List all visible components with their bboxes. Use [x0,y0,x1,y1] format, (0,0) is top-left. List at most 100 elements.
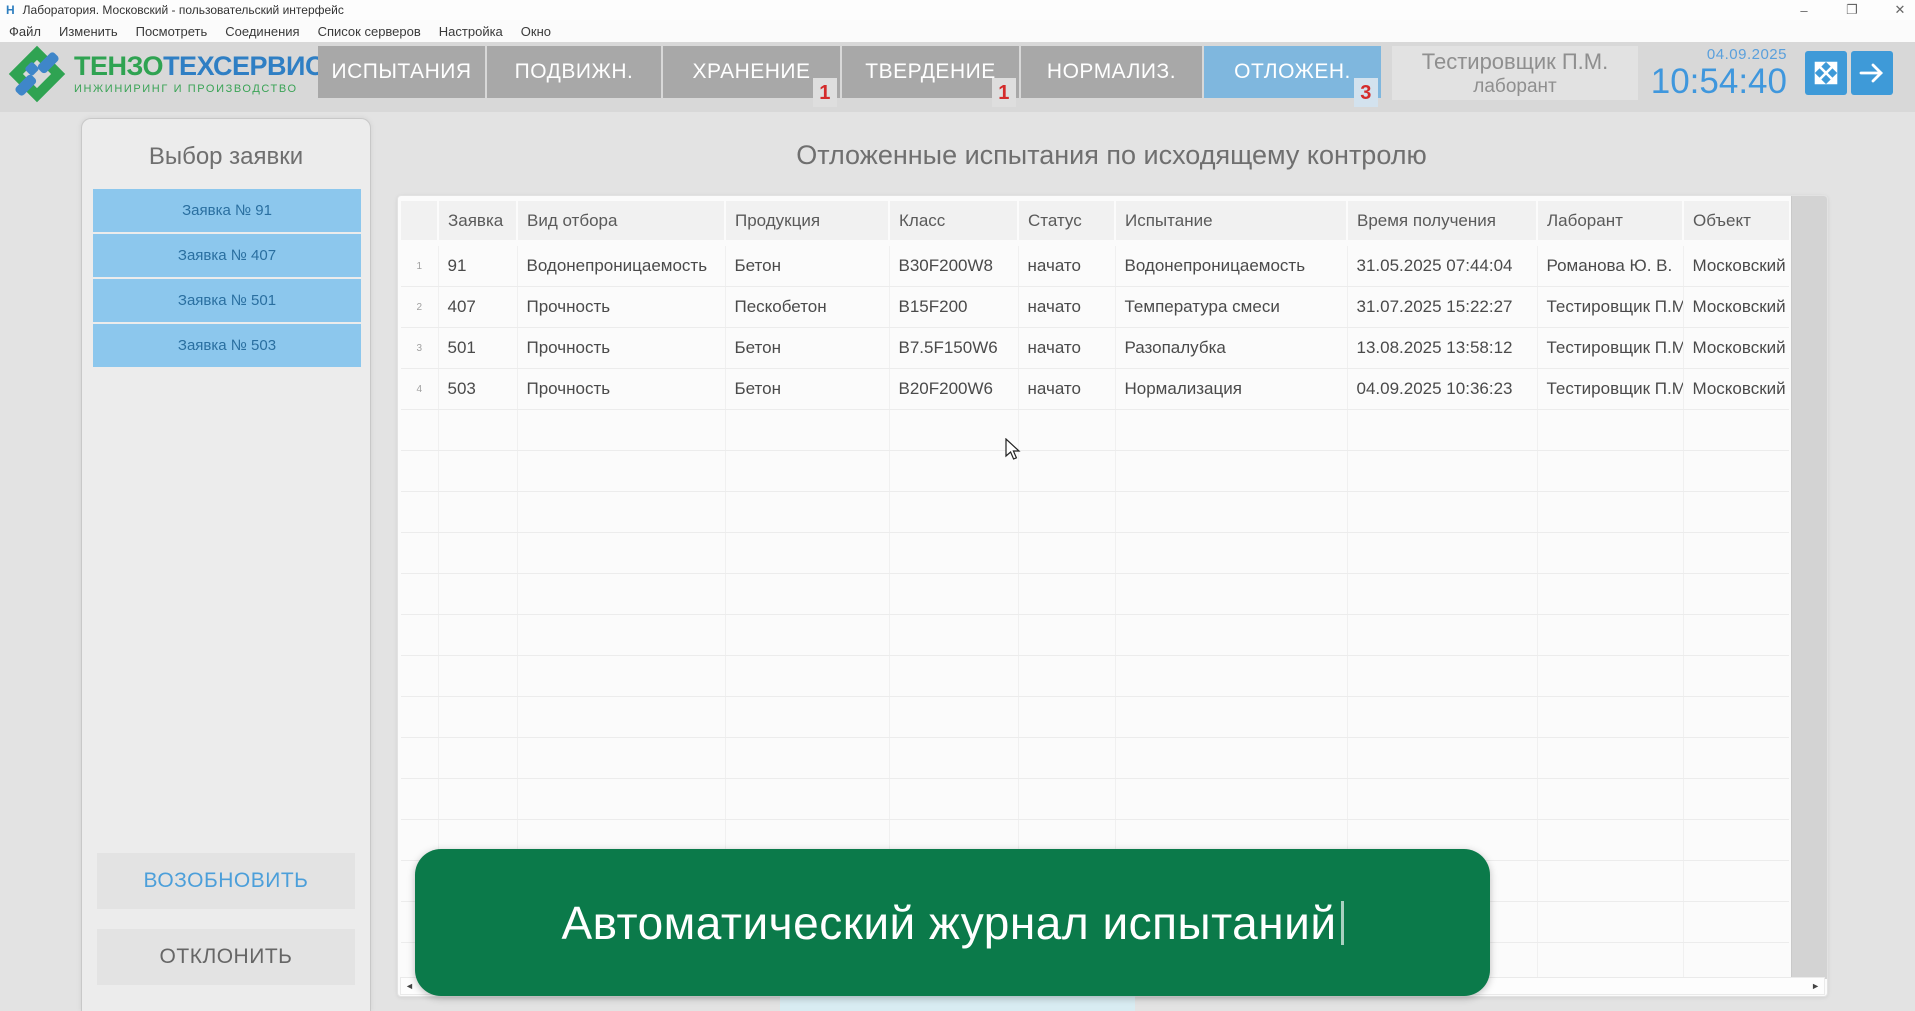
row-number: 3 [401,328,438,369]
table-row[interactable]: 4503ПрочностьБетонB20F200W6начатоНормали… [401,369,1789,410]
table-cell[interactable]: 13.08.2025 13:58:12 [1347,328,1537,369]
table-cell[interactable]: Водонепроницаемость [1115,243,1347,287]
table-cell[interactable]: начато [1018,328,1115,369]
menu-window[interactable]: Окно [512,24,560,39]
maximize-button[interactable]: ❐ [1845,2,1859,18]
empty-cell [1115,615,1347,656]
table-cell[interactable]: Тестировщик П.М. [1537,328,1683,369]
tab-otlozhen[interactable]: ОТЛОЖЕН. 3 [1204,46,1381,98]
close-button[interactable]: ✕ [1893,2,1907,18]
scroll-left-icon[interactable]: ◄ [401,981,418,991]
table-cell[interactable]: Московский [1683,243,1789,287]
request-button-407[interactable]: Заявка № 407 [93,234,361,277]
table-row[interactable]: 2407ПрочностьПескобетонB15F200начатоТемп… [401,287,1789,328]
column-header[interactable]: Время получения [1347,201,1537,243]
table-cell[interactable]: B30F200W8 [889,243,1018,287]
empty-cell [1347,779,1537,820]
empty-cell [438,656,517,697]
empty-cell [1347,615,1537,656]
menu-server-list[interactable]: Список серверов [309,24,430,39]
table-cell[interactable]: начато [1018,287,1115,328]
table-empty-row [401,533,1789,574]
table-cell[interactable]: B20F200W6 [889,369,1018,410]
tab-label: НОРМАЛИЗ. [1047,60,1176,84]
empty-cell [1018,451,1115,492]
scroll-right-icon[interactable]: ► [1807,981,1824,991]
column-header[interactable]: Продукция [725,201,889,243]
table-cell[interactable]: 91 [438,243,517,287]
table-cell[interactable]: Нормализация [1115,369,1347,410]
request-button-503[interactable]: Заявка № 503 [93,324,361,367]
table-cell[interactable]: Прочность [517,369,725,410]
menu-settings[interactable]: Настройка [430,24,512,39]
table-cell[interactable]: начато [1018,369,1115,410]
column-header[interactable]: Лаборант [1537,201,1683,243]
table-cell[interactable]: Московский [1683,287,1789,328]
app-icon: Н [6,3,15,17]
table-cell[interactable]: 31.05.2025 07:44:04 [1347,243,1537,287]
empty-cell [1683,779,1789,820]
table-cell[interactable]: Разопалубка [1115,328,1347,369]
tab-badge: 1 [813,78,837,107]
menu-connections[interactable]: Соединения [216,24,308,39]
table-cell[interactable]: Пескобетон [725,287,889,328]
empty-cell [517,410,725,451]
table-cell[interactable]: Прочность [517,287,725,328]
column-header[interactable]: Заявка [438,201,517,243]
table-cell[interactable]: Тестировщик П.М. [1537,287,1683,328]
tab-khranenie[interactable]: ХРАНЕНИЕ 1 [663,46,840,98]
menu-view[interactable]: Посмотреть [127,24,217,39]
table-cell[interactable]: Прочность [517,328,725,369]
tab-normaliz[interactable]: НОРМАЛИЗ. [1021,46,1202,98]
empty-cell [1537,451,1683,492]
table-cell[interactable]: 31.07.2025 15:22:27 [1347,287,1537,328]
fullscreen-button[interactable] [1805,51,1847,95]
table-cell[interactable]: Бетон [725,243,889,287]
empty-cell [517,656,725,697]
logout-button[interactable] [1851,51,1893,95]
menu-edit[interactable]: Изменить [50,24,127,39]
table-cell[interactable]: Водонепроницаемость [517,243,725,287]
table-cell[interactable]: начато [1018,243,1115,287]
request-button-91[interactable]: Заявка № 91 [93,189,361,232]
empty-cell [1115,697,1347,738]
table-cell[interactable]: Московский [1683,328,1789,369]
column-header[interactable]: Статус [1018,201,1115,243]
empty-cell [401,656,438,697]
table-cell[interactable]: 407 [438,287,517,328]
empty-cell [889,451,1018,492]
table-cell[interactable]: Бетон [725,369,889,410]
table-cell[interactable]: B15F200 [889,287,1018,328]
vertical-scrollbar[interactable] [1791,196,1827,979]
table-row[interactable]: 191ВодонепроницаемостьБетонB30F200W8нача… [401,243,1789,287]
table-cell[interactable]: Тестировщик П.М. [1537,369,1683,410]
request-button-501[interactable]: Заявка № 501 [93,279,361,322]
decline-button[interactable]: ОТКЛОНИТЬ [97,929,355,985]
column-header[interactable]: Класс [889,201,1018,243]
tab-label: ХРАНЕНИЕ [692,60,810,84]
table-cell[interactable]: Температура смеси [1115,287,1347,328]
arrow-right-icon [1858,61,1886,85]
menu-file[interactable]: Файл [0,24,50,39]
empty-cell [1347,574,1537,615]
table-cell[interactable]: Московский [1683,369,1789,410]
column-header[interactable]: Объект [1683,201,1789,243]
minimize-button[interactable]: – [1797,3,1811,18]
table-cell[interactable]: 04.09.2025 10:36:23 [1347,369,1537,410]
tab-podvizhn[interactable]: ПОДВИЖН. [487,46,661,98]
table-cell[interactable]: 503 [438,369,517,410]
empty-cell [1115,492,1347,533]
request-selection-panel: Выбор заявки Заявка № 91 Заявка № 407 За… [81,118,371,1011]
table-row[interactable]: 3501ПрочностьБетонB7.5F150W6начатоРазопа… [401,328,1789,369]
empty-cell [1347,533,1537,574]
table-cell[interactable]: B7.5F150W6 [889,328,1018,369]
column-header[interactable]: Вид отбора [517,201,725,243]
resume-button[interactable]: ВОЗОБНОВИТЬ [97,853,355,909]
tab-ispytaniya[interactable]: ИСПЫТАНИЯ [318,46,485,98]
table-cell[interactable]: Романова Ю. В. [1537,243,1683,287]
empty-cell [889,410,1018,451]
tab-tverdenie[interactable]: ТВЕРДЕНИЕ 1 [842,46,1019,98]
table-cell[interactable]: 501 [438,328,517,369]
column-header[interactable]: Испытание [1115,201,1347,243]
table-cell[interactable]: Бетон [725,328,889,369]
